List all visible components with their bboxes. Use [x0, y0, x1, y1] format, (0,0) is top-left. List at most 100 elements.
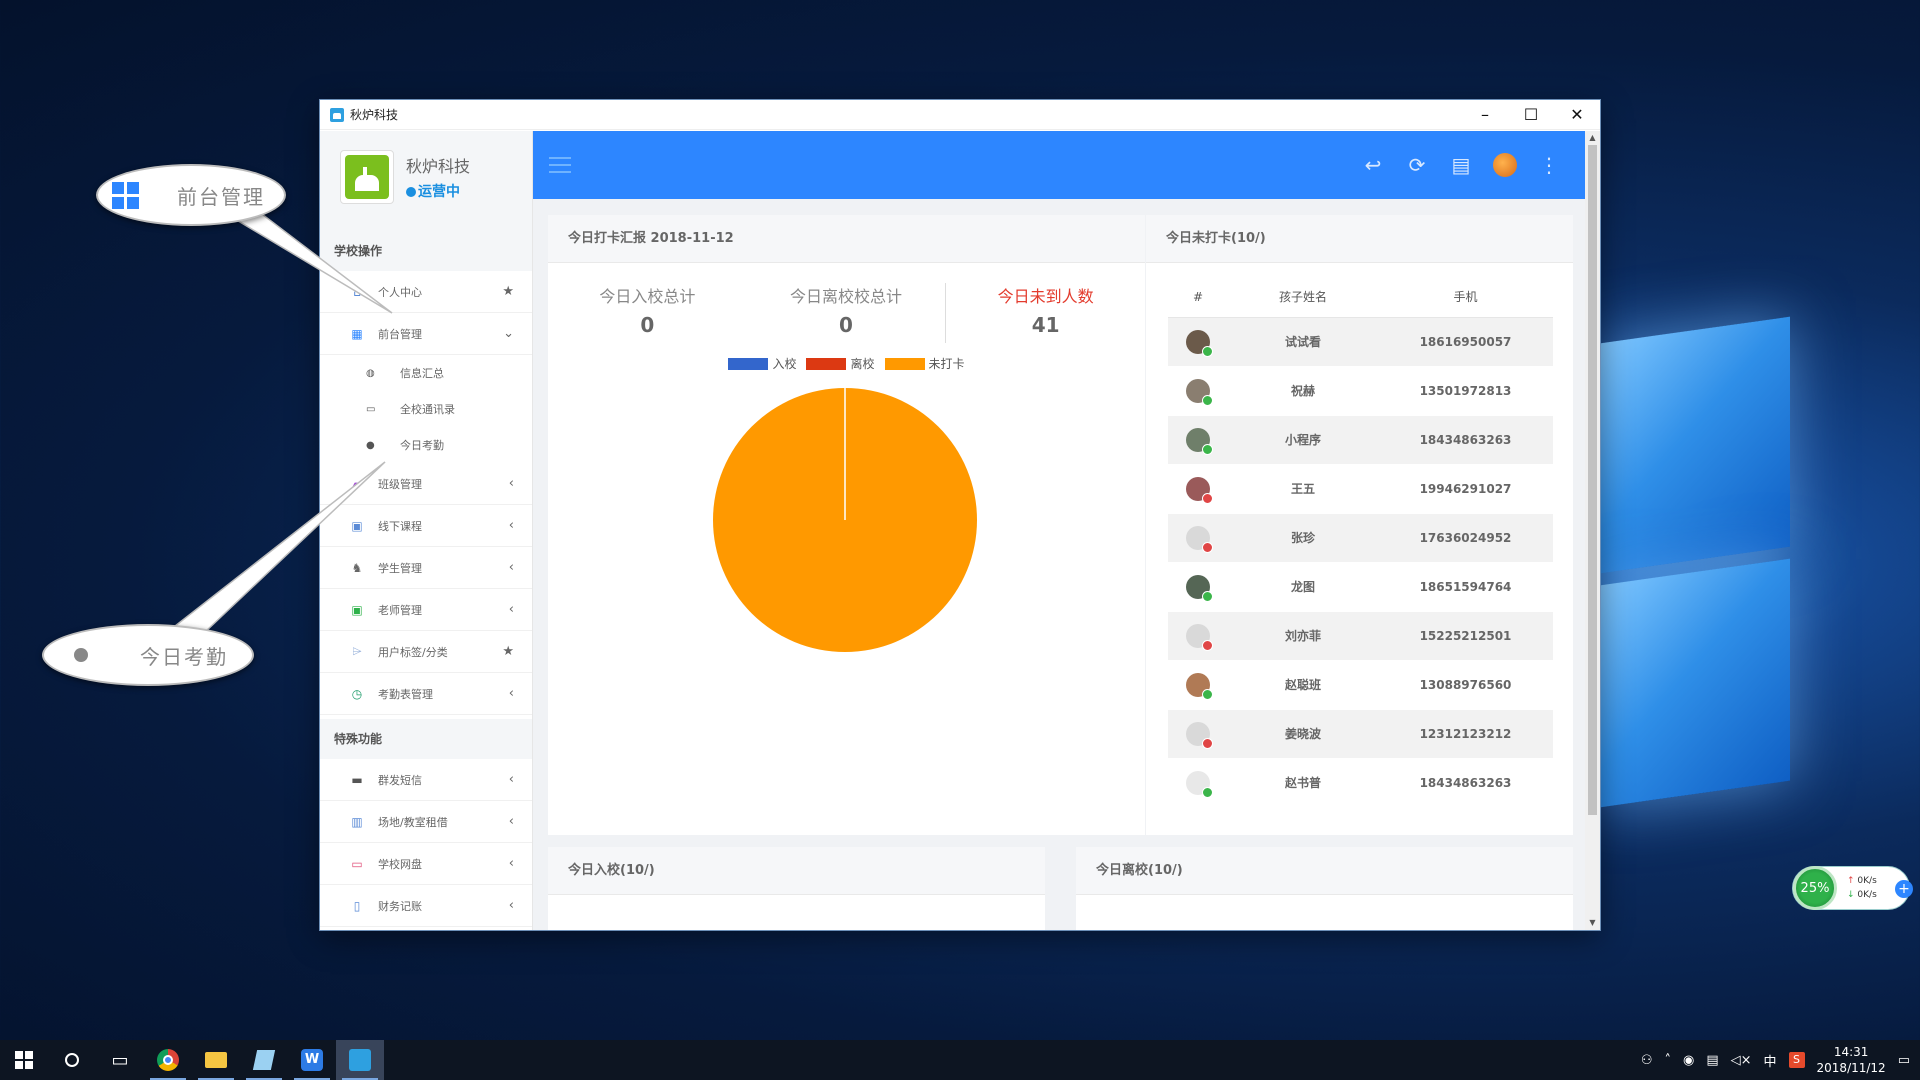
sidebar-subitem-0[interactable]: ◍ 信息汇总	[320, 355, 532, 391]
app-window: 秋炉科技 – ☐ ✕ 秋炉科技 运营中 学校操作 ⌂ 个人中心 ★ ▦ 前台管理 ⌄ ◍ 信…	[320, 100, 1600, 930]
star-icon[interactable]: ★	[502, 644, 514, 659]
sidebar-item-s2-4[interactable]: ⌲ 用户标签/分类 ★	[320, 631, 532, 673]
sidebar-item-s3-0[interactable]: ▬ 群发短信 ‹	[320, 759, 532, 801]
sidebar-subitem-1[interactable]: ▭ 全校通讯录	[320, 391, 532, 427]
close-button[interactable]: ✕	[1554, 100, 1600, 130]
refresh-icon[interactable]: ⟳	[1405, 153, 1429, 177]
brand-name: 秋炉科技	[406, 157, 471, 176]
menu-toggle-icon[interactable]	[549, 157, 571, 178]
minimize-button[interactable]: –	[1462, 100, 1508, 130]
scroll-down-icon[interactable]: ▼	[1585, 916, 1600, 930]
more-icon[interactable]: ⋮	[1537, 153, 1561, 177]
child-name: 祝赫	[1228, 366, 1378, 416]
download-rate: ↓ 0K/s	[1847, 890, 1877, 900]
brand: 秋炉科技 运营中	[320, 131, 532, 223]
report-title: 今日打卡汇报 2018-11-12	[548, 215, 1145, 263]
checkin-today-panel: 今日入校(10/)	[548, 847, 1045, 930]
sidebar-item-s2-3[interactable]: ▣ 老师管理 ‹	[320, 589, 532, 631]
chevron-icon[interactable]: ‹	[509, 518, 514, 533]
app-taskbar-icon[interactable]	[336, 1040, 384, 1080]
scroll-thumb[interactable]	[1588, 145, 1597, 815]
network-icon[interactable]: ▤	[1706, 1053, 1718, 1068]
table-row[interactable]: 祝赫 13501972813	[1168, 366, 1553, 416]
avatar	[1186, 476, 1213, 504]
table-row[interactable]: 小程序 18434863263	[1168, 415, 1553, 465]
stat-checkout-total: 今日离校校总计 0	[790, 287, 903, 337]
network-speed-widget[interactable]: 25% ↑ 0K/s ↓ 0K/s +	[1792, 866, 1913, 910]
legend-item[interactable]: 入校	[728, 355, 796, 372]
clock[interactable]: 14:31 2018/11/12	[1817, 1044, 1886, 1076]
sidebar-subitem-2[interactable]: ● 今日考勤	[320, 427, 532, 463]
chevron-icon[interactable]: ‹	[509, 686, 514, 701]
section-heading-school-ops: 学校操作	[320, 223, 532, 271]
task-view-icon[interactable]: ▭	[96, 1040, 144, 1080]
sidebar-item-s3-1[interactable]: ▥ 场地/教室租借 ‹	[320, 801, 532, 843]
course-icon: ▣	[351, 518, 363, 533]
checkin-report-panel: 今日打卡汇报 2018-11-12 今日入校总计 0 今日离校校总计 0 今日未…	[548, 215, 1145, 835]
ime-indicator[interactable]: 中	[1764, 1051, 1777, 1070]
check-badge-icon	[1202, 345, 1213, 357]
student-icon: ♞	[351, 560, 363, 575]
chevron-icon[interactable]: ‹	[509, 560, 514, 575]
table-row[interactable]: 张珍 17636024952	[1168, 513, 1553, 563]
stat-checkin-total: 今日入校总计 0	[599, 287, 696, 337]
star-icon[interactable]: ★	[502, 284, 514, 299]
chevron-icon[interactable]: ⌄	[503, 326, 514, 341]
chevron-icon[interactable]: ‹	[509, 898, 514, 913]
back-icon[interactable]: ↩	[1361, 153, 1385, 177]
table-row[interactable]: 龙图 18651594764	[1168, 562, 1553, 612]
sidebar-item-s2-1[interactable]: ▣ 线下课程 ‹	[320, 505, 532, 547]
pie-chart	[713, 388, 977, 652]
notepad-icon[interactable]	[240, 1040, 288, 1080]
people-icon[interactable]: ⚇	[1641, 1053, 1653, 1068]
table-row[interactable]: 赵书普 18434863263	[1168, 758, 1553, 808]
avatar	[1186, 427, 1213, 455]
scroll-up-icon[interactable]: ▲	[1585, 131, 1600, 145]
chevron-icon[interactable]: ‹	[509, 772, 514, 787]
child-name: 王五	[1228, 464, 1378, 514]
sidebar-item-s2-2[interactable]: ♞ 学生管理 ‹	[320, 547, 532, 589]
volume-icon[interactable]: ◁×	[1731, 1053, 1752, 1068]
child-name: 试试看	[1228, 317, 1378, 367]
vertical-scrollbar[interactable]: ▲ ▼	[1585, 131, 1600, 930]
table-row[interactable]: 王五 19946291027	[1168, 464, 1553, 514]
legend-item[interactable]: 离校	[806, 355, 875, 372]
table-row[interactable]: 刘亦菲 15225212501	[1168, 611, 1553, 661]
notifications-icon[interactable]: ▭	[1898, 1053, 1910, 1068]
sidebar-item-label: 老师管理	[378, 603, 422, 617]
tray-app-icon[interactable]: ◉	[1683, 1053, 1694, 1068]
sidebar-item-s2-5[interactable]: ◷ 考勤表管理 ‹	[320, 673, 532, 715]
message-icon[interactable]: ▤	[1449, 153, 1473, 177]
system-tray: ⚇ ˄ ◉ ▤ ◁× 中 S 14:31 2018/11/12 ▭	[1641, 1044, 1920, 1076]
chevron-icon[interactable]: ‹	[509, 814, 514, 829]
sidebar-item-s2-0[interactable]: ▰ 班级管理 ‹	[320, 463, 532, 505]
file-explorer-icon[interactable]	[192, 1040, 240, 1080]
legend-item[interactable]: 未打卡	[884, 355, 965, 372]
widget-expand-icon[interactable]: +	[1895, 880, 1913, 898]
table-row[interactable]: 赵聪班 13088976560	[1168, 660, 1553, 710]
table-row[interactable]: 姜晓波 12312123212	[1168, 709, 1553, 759]
sogou-icon[interactable]: S	[1788, 1052, 1805, 1068]
search-icon[interactable]	[48, 1040, 96, 1080]
tray-expand-icon[interactable]: ˄	[1664, 1053, 1671, 1068]
maximize-button[interactable]: ☐	[1508, 100, 1554, 130]
sidebar-item-label: 用户标签/分类	[378, 645, 448, 659]
sidebar-item-s1-0[interactable]: ⌂ 个人中心 ★	[320, 271, 532, 313]
callout-attendance: 今日考勤	[42, 624, 254, 686]
table-row[interactable]: 试试看 18616950057	[1168, 317, 1553, 367]
chrome-icon[interactable]	[144, 1040, 192, 1080]
start-icon[interactable]	[0, 1040, 48, 1080]
chevron-icon[interactable]: ‹	[509, 476, 514, 491]
avatar[interactable]	[1493, 153, 1517, 177]
sidebar-item-label: 财务记账	[378, 899, 422, 913]
avatar	[1186, 329, 1213, 357]
sidebar-item-s3-3[interactable]: ▯ 财务记账 ‹	[320, 885, 532, 927]
wps-icon[interactable]: W	[288, 1040, 336, 1080]
sidebar-item-s1-1[interactable]: ▦ 前台管理 ⌄	[320, 313, 532, 355]
window-titlebar[interactable]: 秋炉科技 – ☐ ✕	[320, 100, 1600, 130]
sidebar-item-s3-2[interactable]: ▭ 学校网盘 ‹	[320, 843, 532, 885]
absent-panel: 今日未打卡(10/) # 孩子姓名 手机 试试看 18616950057 祝赫 135…	[1146, 215, 1573, 835]
chevron-icon[interactable]: ‹	[509, 602, 514, 617]
check-badge-icon	[1202, 786, 1213, 798]
chevron-icon[interactable]: ‹	[509, 856, 514, 871]
